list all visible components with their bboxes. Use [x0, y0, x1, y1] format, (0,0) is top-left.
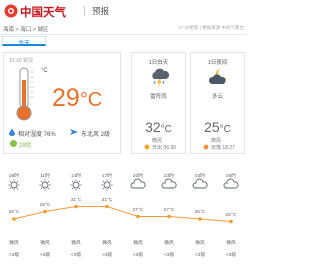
header-divider [84, 6, 85, 16]
hour-label: 05时 [225, 174, 237, 179]
temperature-label: 25°C [225, 212, 237, 218]
temperature-point [198, 217, 202, 221]
hour-wind-level: <3级 [8, 253, 20, 258]
temperature-label: 29°C [39, 202, 51, 208]
hour-wind: 微风 [133, 241, 143, 246]
hour-wind-level: <3级 [70, 253, 82, 258]
cloudy-icon [223, 178, 239, 189]
hourly-temperature-chart [8, 178, 239, 224]
site-header: 中国天气 预报 [0, 0, 247, 22]
nighttime-date: 1日夜间 [207, 60, 228, 66]
hour-label: 02时 [194, 174, 206, 179]
nighttime-wind: 微风 [211, 138, 222, 144]
hour-wind: 微风 [102, 241, 112, 246]
sun-icon [8, 179, 20, 191]
hour-wind-level: <3级 [163, 253, 175, 258]
temperature-label: 31°C [101, 197, 113, 203]
hourly-forecast: 08时 26°C 微风 <3级 11时 29°C 微风 <3级 14时 31°C 微风 <3级 17时 3… [0, 170, 247, 264]
daytime-date: 1日白天 [148, 60, 169, 66]
sunset-time: 日落 18:27 [211, 145, 235, 151]
hour-wind: 微风 [40, 241, 50, 246]
daytime-temperature: 32°C [132, 119, 185, 135]
temperature-label: 26°C [8, 210, 20, 215]
hour-wind: 微风 [71, 241, 81, 246]
current-temperature: 29°C [52, 86, 102, 111]
nav-forecast[interactable]: 预报 [92, 5, 109, 17]
hour-wind-level: <3级 [101, 253, 113, 258]
temperature-label: 27°C [163, 207, 175, 213]
temperature-point [74, 204, 78, 209]
temperature-point [105, 204, 109, 209]
temperature-label: 31°C [70, 197, 82, 203]
sunrise-icon [144, 144, 150, 150]
cloudy-icon [192, 178, 208, 189]
sunrise-time: 日出 06:30 [152, 145, 176, 151]
wind-reading: 东北风 2级 [81, 132, 111, 138]
hour-label: 23时 [163, 174, 175, 179]
forecast-tabs: 今天 [0, 36, 247, 47]
cloudy-icon [161, 178, 177, 189]
daytime-temp-value: 32 [145, 119, 161, 135]
hour-label: 11时 [40, 174, 50, 179]
wind-direction-icon [70, 129, 78, 135]
thermometer-icon [16, 67, 34, 121]
aqi-reading[interactable]: 29优 [19, 140, 32, 149]
update-info: 07:30更新 | 数据来源 中央气象台 [178, 25, 244, 30]
hour-wind-level: <3级 [225, 253, 237, 258]
cloudy-icon [130, 178, 146, 189]
humidity-reading: 相对湿度 76% [18, 132, 56, 138]
thunder-shower-icon [152, 68, 170, 87]
hour-label: 14时 [70, 174, 82, 179]
nighttime-condition: 多云 [211, 94, 223, 100]
temperature-label: 26°C [194, 210, 206, 215]
sun-icon [101, 179, 113, 191]
nighttime-temp-unit: °C [219, 124, 231, 135]
hour-wind: 微风 [164, 241, 174, 246]
tab-today-label: 今天 [18, 41, 31, 47]
temp-unit: °C [79, 89, 103, 111]
daytime-forecast-panel: 1日白天 雷阵雨 32°C 微风 日出 06:30 [131, 52, 186, 154]
hour-wind-level: <3级 [194, 253, 206, 258]
sun-icon [39, 179, 51, 191]
nighttime-forecast-panel: 1日夜间 多云 25°C 微风 日落 18:27 [190, 52, 245, 154]
temperature-point [229, 219, 233, 224]
breadcrumb-bar: 海南 > 海口 > 城区 07:30更新 | 数据来源 中央气象台 [0, 24, 247, 35]
nighttime-temperature: 25°C [191, 119, 244, 135]
weather-logo-icon[interactable] [4, 4, 18, 18]
hour-wind: 微风 [9, 241, 19, 246]
temperature-point [136, 214, 140, 219]
current-conditions-panel: 12:10 实况 °C 29°C 相对湿度 76% 东北风 2级 29优 [3, 52, 121, 154]
aqi-leaf-icon [10, 140, 17, 147]
hour-wind-level: <3级 [39, 253, 51, 258]
brand-name[interactable]: 中国天气 [20, 4, 66, 20]
temp-unit-small: °C [41, 68, 48, 74]
cloudy-night-icon [208, 69, 227, 84]
temp-value: 29 [52, 84, 80, 112]
humidity-icon [9, 128, 15, 136]
hour-wind: 微风 [226, 241, 236, 246]
sun-icon [70, 179, 82, 191]
daytime-wind: 微风 [152, 138, 163, 144]
hour-wind: 微风 [195, 241, 205, 246]
temperature-point [167, 214, 171, 219]
breadcrumb[interactable]: 海南 > 海口 > 城区 [3, 25, 49, 33]
temperature-label: 27°C [132, 207, 144, 213]
hour-label: 20时 [132, 174, 144, 179]
temperature-point [43, 209, 47, 214]
sunset-icon [203, 144, 209, 150]
temperature-point [12, 217, 16, 221]
daytime-condition: 雷阵雨 [150, 94, 167, 100]
hour-wind-level: <3级 [132, 253, 144, 258]
hour-label: 17时 [101, 174, 113, 179]
tab-today[interactable]: 今天 [2, 36, 46, 47]
hour-label: 08时 [8, 174, 20, 179]
daytime-temp-unit: °C [160, 124, 172, 135]
nighttime-temp-value: 25 [204, 119, 220, 135]
observation-time: 12:10 实况 [9, 58, 33, 64]
